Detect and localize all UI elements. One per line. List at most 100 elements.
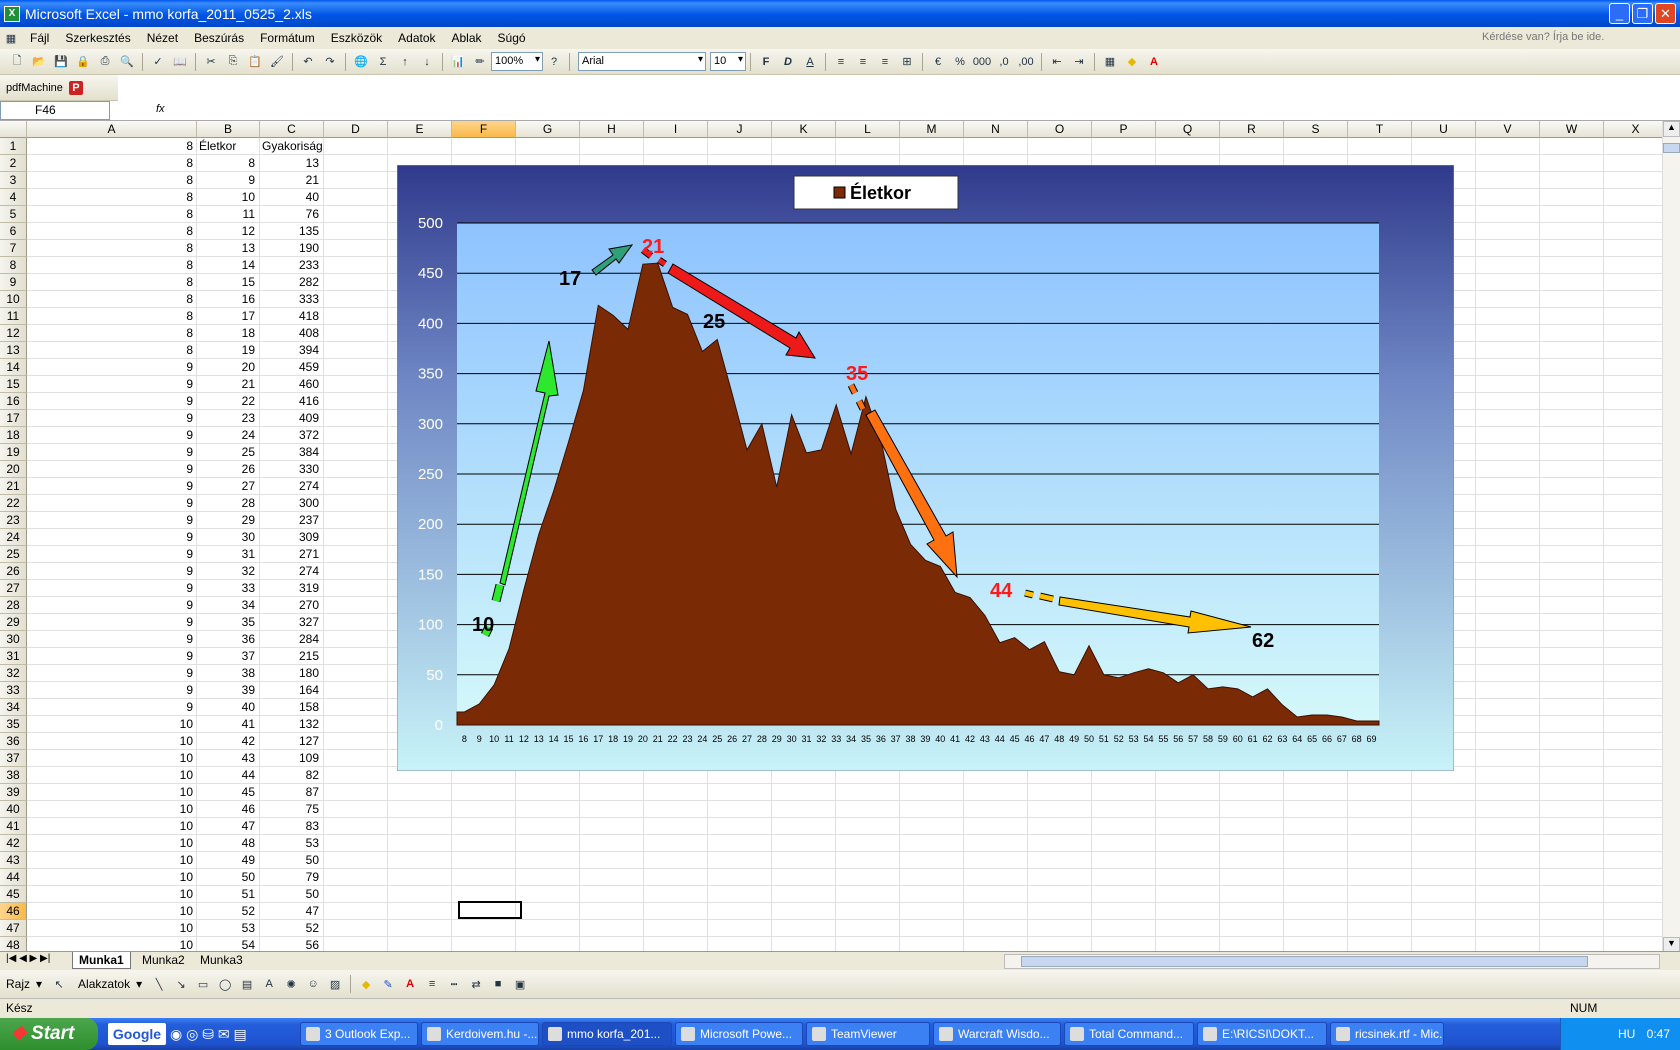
age-distribution-chart[interactable]: 8 9 10 11 12 13 14 15 16 17 18 19 20 21 22 23 24 25 26 27 28… [397, 165, 1454, 771]
task-excel[interactable]: mmo korfa_201... [542, 1022, 672, 1046]
cell-c30[interactable]: 284 [260, 631, 321, 648]
row-header-14[interactable]: 14 [0, 359, 27, 376]
cell-b31[interactable]: 37 [197, 648, 257, 665]
cell-a13[interactable]: 8 [27, 342, 195, 359]
cell-c24[interactable]: 309 [260, 529, 321, 546]
row-header-36[interactable]: 36 [0, 733, 27, 750]
row-header-46[interactable]: 46 [0, 903, 27, 920]
cell-b30[interactable]: 36 [197, 631, 257, 648]
column-header-j[interactable]: J [708, 121, 772, 138]
cell-a34[interactable]: 9 [27, 699, 195, 716]
cell-a45[interactable]: 10 [27, 886, 195, 903]
row-header-22[interactable]: 22 [0, 495, 27, 512]
column-header-w[interactable]: W [1540, 121, 1604, 138]
fill-color-draw-icon[interactable]: ◆ [356, 974, 376, 994]
format-painter-icon[interactable]: 🖌 [267, 52, 287, 72]
cell-c13[interactable]: 394 [260, 342, 321, 359]
row-header-34[interactable]: 34 [0, 699, 27, 716]
column-header-l[interactable]: L [836, 121, 900, 138]
menu-insert[interactable]: Beszúrás [186, 31, 252, 45]
column-header-o[interactable]: O [1028, 121, 1092, 138]
pdfmachine-menu[interactable]: pdfMachine [6, 82, 63, 94]
sort-ascending-icon[interactable]: ↑ [395, 52, 415, 72]
row-header-29[interactable]: 29 [0, 614, 27, 631]
cell-a12[interactable]: 8 [27, 325, 195, 342]
cell-b7[interactable]: 13 [197, 240, 257, 257]
cell-c40[interactable]: 75 [260, 801, 321, 818]
menu-format[interactable]: Formátum [252, 31, 323, 45]
cell-c6[interactable]: 135 [260, 223, 321, 240]
cell-c27[interactable]: 319 [260, 580, 321, 597]
cell-b27[interactable]: 33 [197, 580, 257, 597]
row-header-38[interactable]: 38 [0, 767, 27, 784]
cell-a7[interactable]: 8 [27, 240, 195, 257]
column-header-e[interactable]: E [388, 121, 452, 138]
help-icon[interactable]: ? [544, 52, 564, 72]
cell-c4[interactable]: 40 [260, 189, 321, 206]
cell-b41[interactable]: 47 [197, 818, 257, 835]
task-teamviewer[interactable]: TeamViewer [806, 1022, 930, 1046]
draw-menu[interactable]: Rajz [6, 977, 30, 991]
row-header-27[interactable]: 27 [0, 580, 27, 597]
cell-b48[interactable]: 54 [197, 937, 257, 951]
cell-a17[interactable]: 9 [27, 410, 195, 427]
cell-c3[interactable]: 21 [260, 172, 321, 189]
cell-a41[interactable]: 10 [27, 818, 195, 835]
cell-b36[interactable]: 42 [197, 733, 257, 750]
row-header-44[interactable]: 44 [0, 869, 27, 886]
cell-b37[interactable]: 43 [197, 750, 257, 767]
cell-b29[interactable]: 35 [197, 614, 257, 631]
cell-b6[interactable]: 12 [197, 223, 257, 240]
cell-a14[interactable]: 9 [27, 359, 195, 376]
cell-a23[interactable]: 9 [27, 512, 195, 529]
column-header-c[interactable]: C [260, 121, 324, 138]
cell-c21[interactable]: 274 [260, 478, 321, 495]
cell-b45[interactable]: 51 [197, 886, 257, 903]
column-header-g[interactable]: G [516, 121, 580, 138]
cell-a33[interactable]: 9 [27, 682, 195, 699]
cut-icon[interactable]: ✂ [201, 52, 221, 72]
tab-munka2[interactable]: Munka2 [136, 953, 191, 967]
cell-a39[interactable]: 10 [27, 784, 195, 801]
shadow-icon[interactable]: ■ [488, 974, 508, 994]
row-header-43[interactable]: 43 [0, 852, 27, 869]
cell-b34[interactable]: 40 [197, 699, 257, 716]
decrease-indent-icon[interactable]: ⇤ [1047, 52, 1067, 72]
cell-c12[interactable]: 408 [260, 325, 321, 342]
clipart-icon[interactable]: ☺ [303, 974, 323, 994]
line-style-icon[interactable]: ≡ [422, 974, 442, 994]
cell-c36[interactable]: 127 [260, 733, 321, 750]
row-header-39[interactable]: 39 [0, 784, 27, 801]
row-header-8[interactable]: 8 [0, 257, 27, 274]
cell-b5[interactable]: 11 [197, 206, 257, 223]
cell-b24[interactable]: 30 [197, 529, 257, 546]
undo-icon[interactable]: ↶ [298, 52, 318, 72]
cell-a5[interactable]: 8 [27, 206, 195, 223]
cell-b10[interactable]: 16 [197, 291, 257, 308]
row-header-48[interactable]: 48 [0, 937, 27, 951]
minimize-button[interactable]: _ [1609, 3, 1630, 24]
cell-c20[interactable]: 330 [260, 461, 321, 478]
cell-a25[interactable]: 9 [27, 546, 195, 563]
row-header-12[interactable]: 12 [0, 325, 27, 342]
autoshapes-menu[interactable]: Alakzatok [78, 977, 130, 991]
task-warcraft[interactable]: Warcraft Wisdo... [933, 1022, 1061, 1046]
row-header-28[interactable]: 28 [0, 597, 27, 614]
help-search-input[interactable]: Kérdése van? Írja be ide. [1480, 29, 1610, 47]
comma-style-icon[interactable]: 000 [972, 52, 992, 72]
cell-c14[interactable]: 459 [260, 359, 321, 376]
cell-a8[interactable]: 8 [27, 257, 195, 274]
line-color-icon[interactable]: ✎ [378, 974, 398, 994]
font-size-select[interactable]: 10 [710, 52, 746, 71]
print-icon[interactable]: ⎙ [95, 52, 115, 72]
cell-a37[interactable]: 10 [27, 750, 195, 767]
cell-c32[interactable]: 180 [260, 665, 321, 682]
row-header-25[interactable]: 25 [0, 546, 27, 563]
cell-a11[interactable]: 8 [27, 308, 195, 325]
cell-a38[interactable]: 10 [27, 767, 195, 784]
row-header-7[interactable]: 7 [0, 240, 27, 257]
autosum-icon[interactable]: Σ [373, 52, 393, 72]
picture-icon[interactable]: ▨ [325, 974, 345, 994]
cell-c19[interactable]: 384 [260, 444, 321, 461]
cell-b35[interactable]: 41 [197, 716, 257, 733]
